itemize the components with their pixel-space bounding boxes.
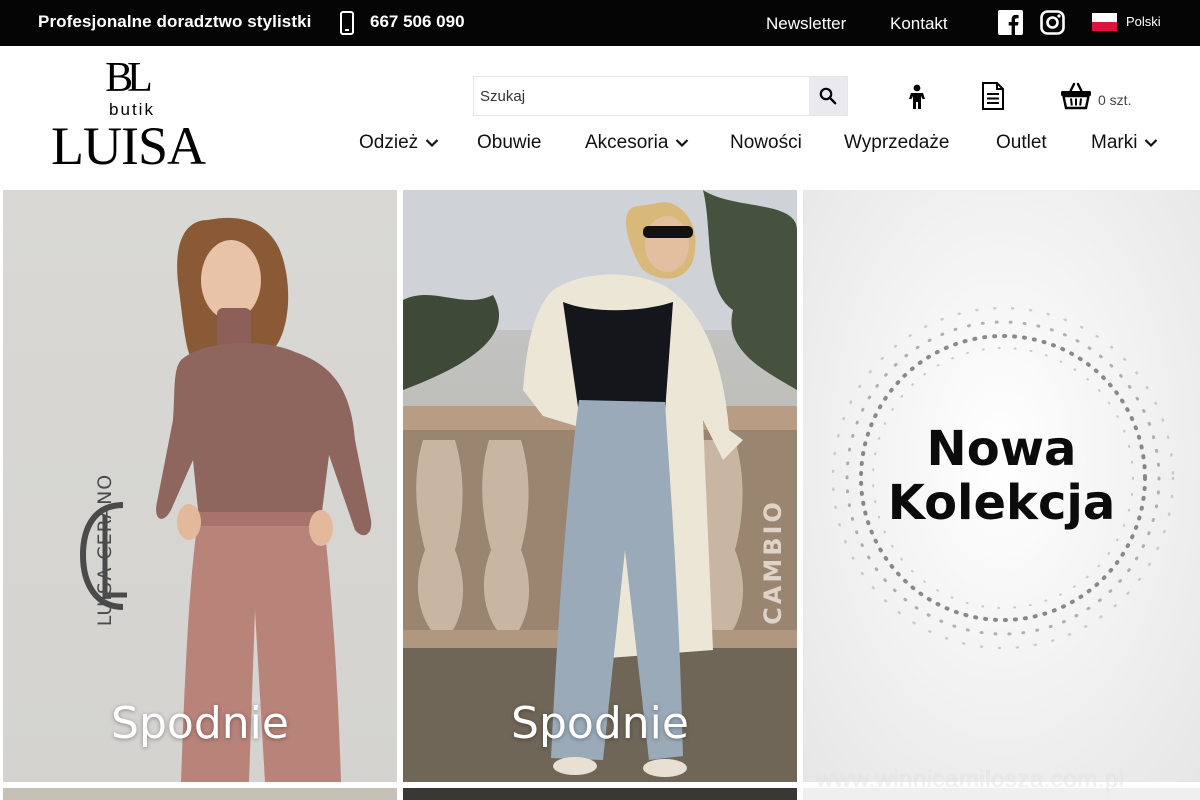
stylist-advice-text: Profesjonalne doradztwo stylistki [38,12,312,31]
search-icon [819,87,837,105]
contact-link[interactable]: Kontakt [890,14,948,34]
mobile-phone-icon [340,11,354,35]
phone-number[interactable]: 667 506 090 [370,12,465,32]
nav-item-label: Akcesoria [585,132,669,153]
nav-item-wyprzedaze[interactable]: Wyprzedaże [844,132,949,154]
nav-item-odziez[interactable]: Odzież [359,132,439,154]
tile-label: Spodnie [111,698,289,749]
nav-item-akcesoria[interactable]: Akcesoria [585,132,689,154]
new-collection-title: Nowa Kolekcja [887,421,1116,531]
top-bar: Profesjonalne doradztwo stylistki 667 50… [0,0,1200,46]
poland-flag-icon[interactable] [1092,13,1117,31]
chevron-down-icon [425,139,439,148]
main-nav: Odzież Obuwie Akcesoria Nowości Wyprzeda… [0,132,1200,162]
nav-item-label: Marki [1091,132,1138,153]
cart-count[interactable]: 0 szt. [1098,92,1131,108]
search-bar [473,76,848,116]
nav-item-label: Odzież [359,132,419,153]
search-input[interactable] [474,77,809,115]
person-icon[interactable] [906,84,928,110]
basket-icon[interactable] [1060,82,1092,110]
nav-item-label: Wyprzedaże [844,132,950,153]
nav-item-marki[interactable]: Marki [1091,132,1158,154]
brand-logo-luisa-cerano: LUISA CERANO [75,435,135,665]
logo-monogram: BL [105,55,153,101]
model-photo [156,217,372,782]
category-tile-trousers-luisa-cerano[interactable]: LUISA CERANO Spodnie [3,190,397,782]
document-icon[interactable] [981,82,1005,110]
instagram-icon[interactable] [1040,10,1065,35]
watermark-text: www.winnicamilosza.com.pl [816,766,1125,793]
category-tile-trousers-cambio[interactable]: CAMBIO Spodnie [403,190,797,782]
new-collection-tile[interactable]: Nowa Kolekcja [803,190,1200,782]
tile-row2-1[interactable] [3,788,397,800]
model-photo [403,190,797,782]
language-selector[interactable]: Polski [1126,14,1161,29]
nav-item-outlet[interactable]: Outlet [996,132,1047,154]
tile-brand-name: LUISA CERANO [94,473,116,627]
facebook-icon[interactable] [998,10,1023,35]
nav-item-label: Nowości [730,132,802,153]
chevron-down-icon [676,139,689,148]
chevron-down-icon [1145,139,1158,148]
tile-brand-name: CAMBIO [759,499,787,625]
newsletter-link[interactable]: Newsletter [766,14,846,34]
search-button[interactable] [809,77,847,115]
nav-item-nowosci[interactable]: Nowości [730,132,802,154]
tile-label: Spodnie [511,698,689,749]
nav-item-label: Obuwie [477,132,542,153]
nav-item-label: Outlet [996,132,1047,153]
tile-row2-2[interactable] [403,788,797,800]
nav-item-obuwie[interactable]: Obuwie [477,132,541,154]
